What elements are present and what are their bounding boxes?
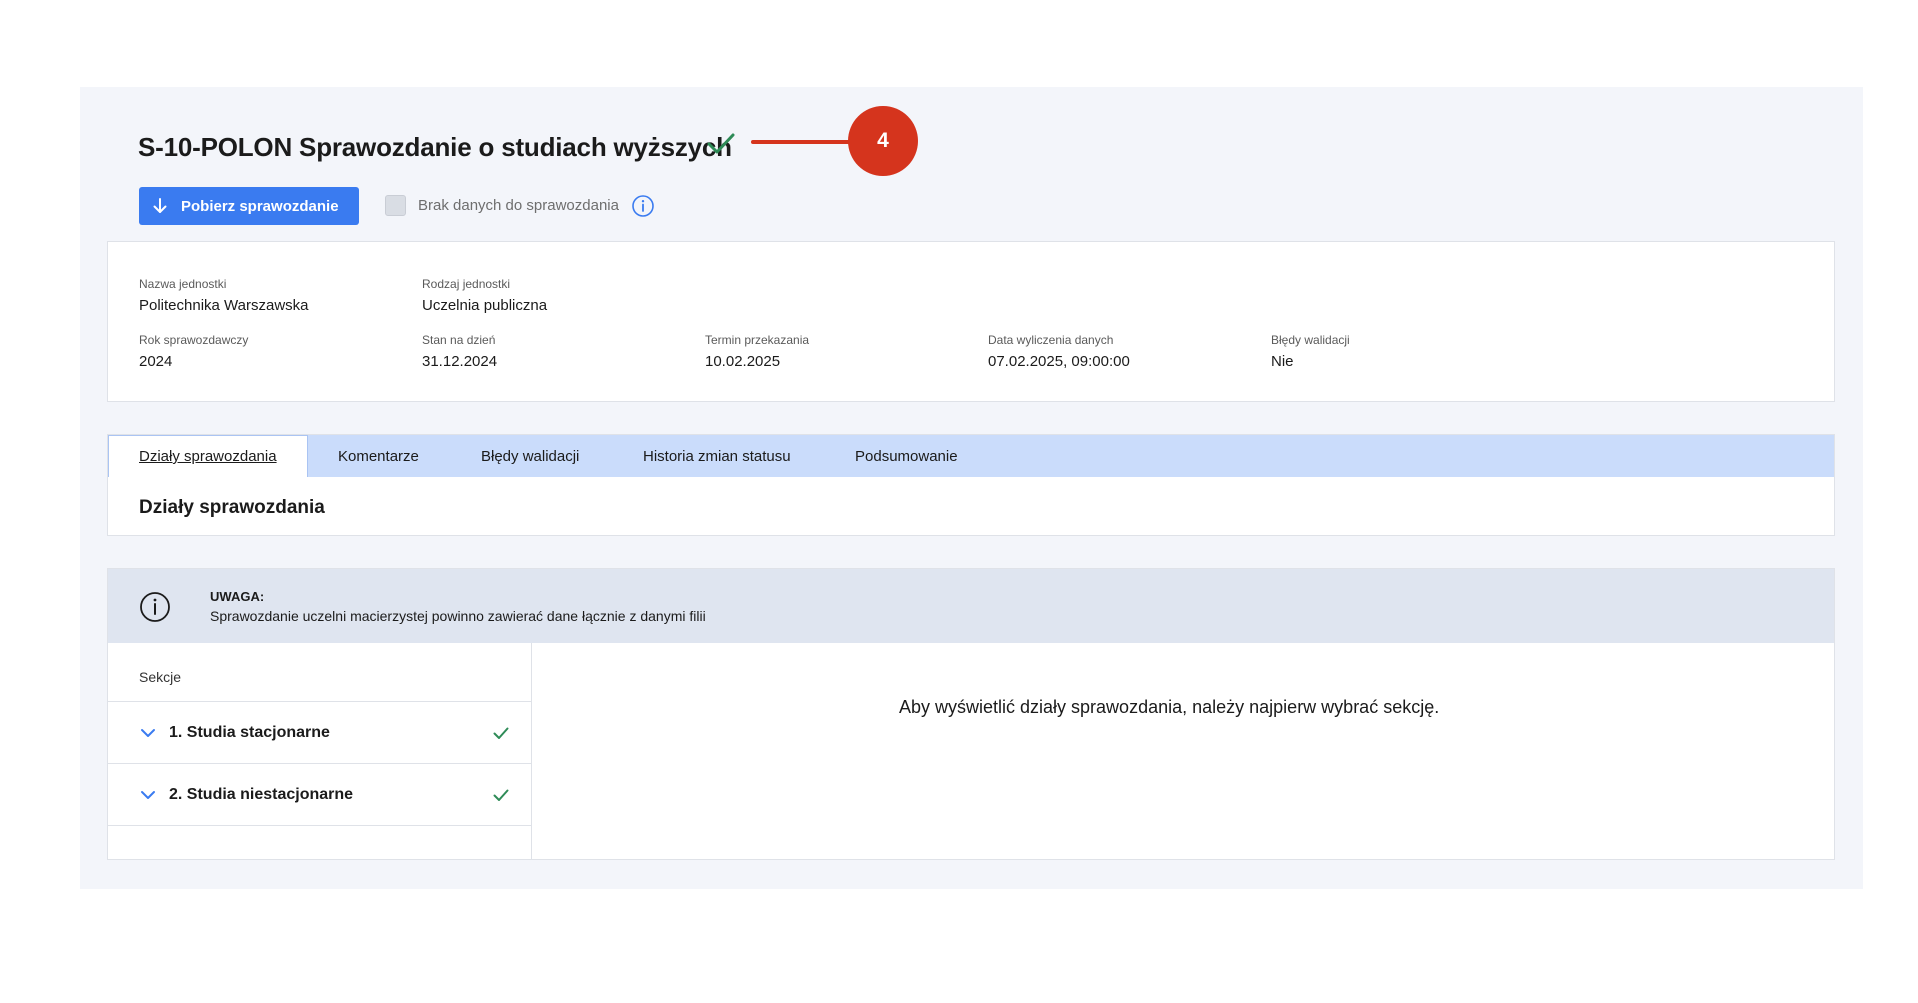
section-item-nonstationary[interactable]: 2. Studia niestacjonarne — [108, 763, 531, 825]
checkbox-box[interactable] — [385, 195, 406, 216]
no-data-label: Brak danych do sprawozdania — [418, 197, 619, 214]
calc-date-field: Data wyliczenia danych 07.02.2025, 09:00… — [988, 333, 1130, 370]
tab-bar: Działy sprawozdania Komentarze Błędy wal… — [108, 435, 1834, 477]
content-card: UWAGA: Sprawozdanie uczelni macierzystej… — [107, 568, 1835, 860]
state-value: 31.12.2024 — [422, 353, 498, 370]
tabs-card: Działy sprawozdania Komentarze Błędy wal… — [107, 434, 1835, 536]
unit-type-field: Rodzaj jednostki Uczelnia publiczna — [422, 277, 547, 314]
callout-badge: 4 — [848, 106, 918, 176]
unit-name-value: Politechnika Warszawska — [139, 297, 309, 314]
info-circle-icon — [140, 592, 170, 622]
tab-status-history[interactable]: Historia zmian statusu — [643, 435, 791, 477]
check-icon — [493, 789, 509, 801]
page-title: S-10-POLON Sprawozdanie o studiach wyższ… — [138, 132, 732, 162]
callout-line — [751, 140, 851, 144]
divider — [108, 825, 531, 826]
calc-date-value: 07.02.2025, 09:00:00 — [988, 353, 1130, 370]
check-icon — [493, 727, 509, 739]
arrow-down-icon — [153, 198, 167, 213]
chevron-down-icon[interactable] — [139, 724, 157, 742]
tab-comments[interactable]: Komentarze — [338, 435, 419, 477]
unit-type-label: Rodzaj jednostki — [422, 277, 511, 291]
year-label: Rok sprawozdawczy — [139, 333, 249, 347]
year-value: 2024 — [139, 353, 173, 370]
notice-title: UWAGA: — [210, 589, 265, 604]
section-item-label: 1. Studia stacjonarne — [169, 723, 330, 741]
notice-banner: UWAGA: Sprawozdanie uczelni macierzystej… — [108, 569, 1834, 643]
check-icon — [707, 133, 735, 154]
download-report-button[interactable]: Pobierz sprawozdanie — [139, 187, 359, 225]
unit-name-label: Nazwa jednostki — [139, 277, 227, 291]
state-field: Stan na dzień 31.12.2024 — [422, 333, 497, 370]
deadline-field: Termin przekazania 10.02.2025 — [705, 333, 809, 370]
unit-name-field: Nazwa jednostki Politechnika Warszawska — [139, 277, 309, 314]
tab-summary[interactable]: Podsumowanie — [855, 435, 958, 477]
notice-text: Sprawozdanie uczelni macierzystej powinn… — [210, 608, 706, 624]
no-data-checkbox[interactable]: Brak danych do sprawozdania — [385, 195, 619, 216]
deadline-value: 10.02.2025 — [705, 353, 781, 370]
info-icon[interactable] — [631, 194, 655, 218]
state-label: Stan na dzień — [422, 333, 496, 347]
sections-panel: Sekcje 1. Studia stacjonarne 2. Studia n… — [108, 643, 532, 859]
validation-errors-label: Błędy walidacji — [1271, 333, 1350, 347]
deadline-label: Termin przekazania — [705, 333, 810, 347]
chevron-down-icon[interactable] — [139, 786, 157, 804]
calc-date-label: Data wyliczenia danych — [988, 333, 1114, 347]
section-heading: Działy sprawozdania — [139, 497, 325, 518]
report-info-card: Nazwa jednostki Politechnika Warszawska … — [107, 241, 1835, 402]
sections-header: Sekcje — [139, 669, 182, 685]
tab-report-sections[interactable]: Działy sprawozdania — [108, 435, 308, 477]
year-field: Rok sprawozdawczy 2024 — [139, 333, 248, 370]
section-item-stationary[interactable]: 1. Studia stacjonarne — [108, 701, 531, 763]
section-item-label: 2. Studia niestacjonarne — [169, 785, 354, 803]
download-report-label: Pobierz sprawozdanie — [181, 197, 339, 215]
tab-validation-errors[interactable]: Błędy walidacji — [481, 435, 579, 477]
validation-errors-value: Nie — [1271, 353, 1294, 370]
empty-state-message: Aby wyświetlić działy sprawozdania, nale… — [899, 697, 1440, 717]
unit-type-value: Uczelnia publiczna — [422, 297, 548, 314]
validation-errors-field: Błędy walidacji Nie — [1271, 333, 1350, 370]
